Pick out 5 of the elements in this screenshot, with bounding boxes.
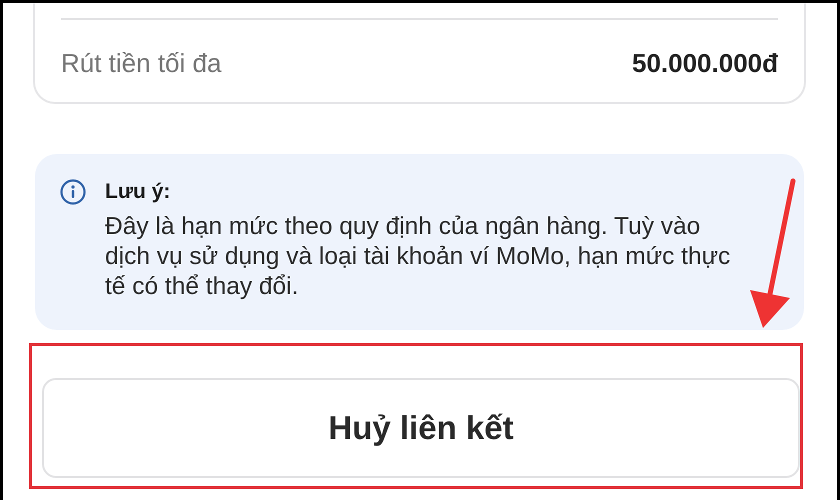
- limit-value: 50.000.000đ: [632, 48, 778, 78]
- note-text: Đây là hạn mức theo quy định của ngân hàng. Tuỳ vào dịch vụ sử dụng và loại tài khoản ví MoMo, hạn mức thực tế có thể thay đổi.: [105, 212, 732, 302]
- unlink-button[interactable]: Huỷ liên kết: [42, 378, 800, 478]
- note-title: Lưu ý:: [105, 180, 172, 204]
- limit-label: Rút tiền tối đa: [61, 48, 222, 78]
